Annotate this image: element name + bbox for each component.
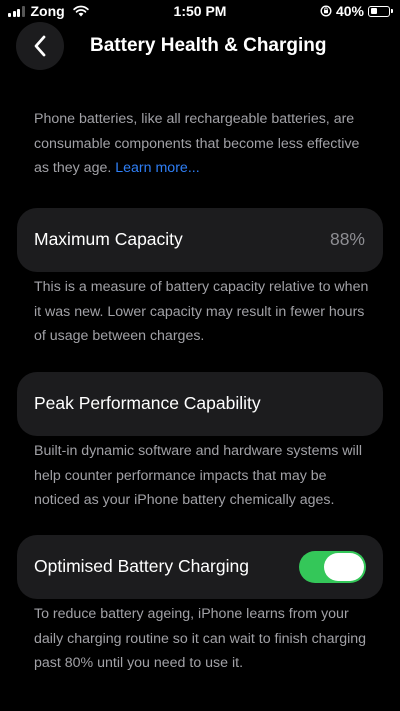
maximum-capacity-label: Maximum Capacity [34,229,183,249]
maximum-capacity-row: Maximum Capacity 88% [17,208,383,272]
optimised-charging-label: Optimised Battery Charging [34,556,249,576]
optimised-charging-description: To reduce battery ageing, iPhone learns … [34,606,367,671]
status-bar: Zong 1:50 PM 40% [0,0,400,24]
orientation-lock-icon [320,5,332,17]
status-bar-right: 40% [320,3,393,19]
optimised-charging-toggle[interactable] [299,551,366,583]
battery-level-fill [370,8,377,14]
peak-performance-description: Built-in dynamic software and hardware s… [34,443,363,508]
maximum-capacity-description: This is a measure of battery capacity re… [34,279,369,344]
battery-percent: 40% [335,3,364,19]
learn-more-link[interactable]: Learn more... [115,160,199,176]
page-title: Battery Health & Charging [90,35,327,56]
back-button[interactable] [16,22,64,70]
battery-icon [368,5,393,17]
maximum-capacity-value: 88% [329,229,365,249]
peak-performance-label: Peak Performance Capability [34,393,261,413]
peak-performance-row[interactable]: Peak Performance Capability [17,372,383,436]
battery-health-screen: Zong 1:50 PM 40% Battery Health & Chargi… [0,0,400,711]
optimised-charging-row: Optimised Battery Charging [17,535,383,599]
toggle-knob [324,553,364,581]
chevron-left-icon [34,35,46,57]
intro-description: Phone batteries, like all rechargeable b… [34,107,374,181]
